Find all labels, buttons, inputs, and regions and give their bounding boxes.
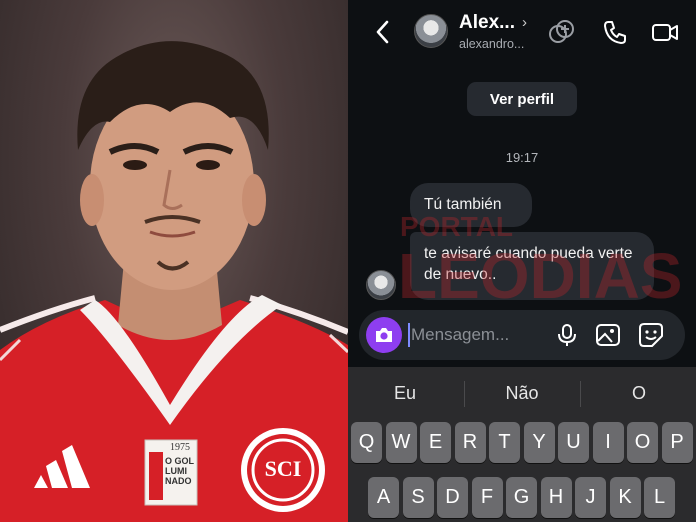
view-profile-button[interactable]: Ver perfil: [467, 82, 577, 116]
gallery-icon[interactable]: [595, 322, 621, 348]
key-l[interactable]: L: [644, 477, 675, 518]
crest-letters: SCI: [264, 456, 302, 481]
message-bubble[interactable]: te avisaré cuando pueda verte de nuevo..: [410, 232, 654, 300]
suggestion-item[interactable]: O: [584, 383, 694, 404]
key-f[interactable]: F: [471, 477, 503, 518]
keyboard: Eu Não O QWERTYUIOP ASDFGHJKL: [348, 367, 696, 522]
key-j[interactable]: J: [575, 477, 606, 518]
key-a[interactable]: A: [368, 477, 399, 518]
call-icon[interactable]: [600, 17, 630, 47]
text-cursor: [408, 323, 410, 347]
contact-handle[interactable]: alexandro...: [459, 37, 524, 51]
camera-icon: [376, 328, 392, 342]
key-d[interactable]: D: [437, 477, 468, 518]
message-timestamp: 19:17: [505, 150, 539, 165]
jersey-badge-text: O GOL LUMI NADO: [165, 456, 194, 486]
key-o[interactable]: O: [627, 422, 658, 463]
suggestion-bar: Eu Não O: [348, 367, 696, 419]
key-q[interactable]: Q: [351, 422, 382, 463]
player-photo: 1975 O GOL LUMI NADO SCI: [0, 0, 348, 522]
contact-avatar[interactable]: [414, 14, 448, 48]
back-icon[interactable]: [372, 18, 394, 46]
key-k[interactable]: K: [609, 477, 641, 518]
key-r[interactable]: R: [454, 422, 486, 463]
key-y[interactable]: Y: [523, 422, 555, 463]
suggestion-item[interactable]: Eu: [350, 383, 460, 404]
suggestion-item[interactable]: Não: [467, 383, 577, 404]
key-s[interactable]: S: [402, 477, 434, 518]
key-i[interactable]: I: [592, 422, 624, 463]
key-u[interactable]: U: [558, 422, 589, 463]
jersey-badge-year: 1975: [170, 442, 190, 453]
message-bubble[interactable]: Tú también: [410, 183, 532, 227]
key-e[interactable]: E: [420, 422, 451, 463]
divider: [580, 381, 581, 407]
message-composer: [359, 310, 685, 360]
chevron-right-icon[interactable]: ›: [522, 14, 527, 31]
key-w[interactable]: W: [385, 422, 417, 463]
chat-header: Alex... › alexandro...: [348, 0, 696, 64]
message-input[interactable]: [411, 322, 551, 348]
contact-name[interactable]: Alex...: [459, 12, 515, 34]
video-icon[interactable]: [650, 17, 680, 47]
mic-icon[interactable]: [554, 322, 580, 348]
dm-screen: Alex... › alexandro... Ver perfil 19:17 …: [348, 0, 696, 522]
sender-avatar[interactable]: [366, 270, 396, 300]
key-g[interactable]: G: [506, 477, 537, 518]
key-p[interactable]: P: [661, 422, 693, 463]
key-t[interactable]: T: [489, 422, 520, 463]
key-h[interactable]: H: [540, 477, 572, 518]
divider: [464, 381, 465, 407]
sticker-icon[interactable]: [638, 322, 664, 348]
effects-icon[interactable]: [546, 17, 576, 47]
camera-button[interactable]: [366, 317, 402, 353]
